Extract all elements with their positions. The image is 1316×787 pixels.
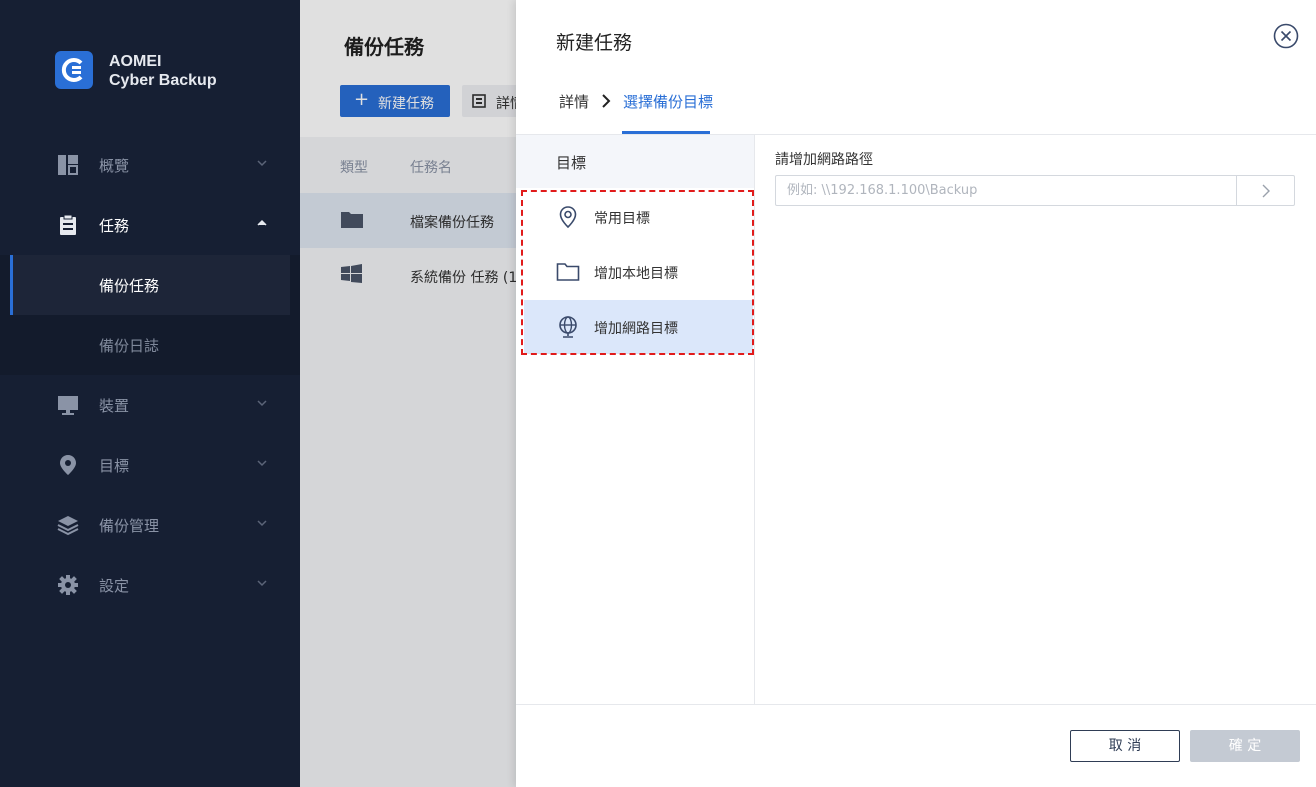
page-title: 備份任務 [344,35,424,59]
chevron-right-icon [602,94,611,108]
sidebar-item-label: 裝置 [99,397,130,415]
task-name: 系統備份 任務 (1) [410,270,523,286]
dest-item-add-network-target[interactable]: 增加網路目標 [524,300,753,354]
tasks-submenu: 備份任務 備份日誌 [0,255,300,375]
main-header: 備份任務 + 新建任務 詳情 [300,0,522,137]
ok-button[interactable]: 確 定 [1190,730,1300,762]
sidebar-item-settings[interactable]: 設定 [0,555,300,615]
network-path-input[interactable] [775,175,1237,206]
new-task-drawer: 新建任務 詳情 選擇備份目標 目標 常用目標 增加本地目標 增加網路目標 請增加… [516,0,1316,787]
sidebar-item-tasks[interactable]: 任務 [0,195,300,255]
destination-list-header: 目標 [516,135,754,188]
sidebar-item-backup-management[interactable]: 備份管理 [0,495,300,555]
clipboard-icon [60,214,76,235]
chevron-down-icon [257,400,267,407]
location-pin-icon [60,455,76,475]
breadcrumb-step-select-target[interactable]: 選擇備份目標 [623,91,713,112]
globe-icon [559,316,577,338]
breadcrumb-step-details[interactable]: 詳情 [559,91,589,112]
sidebar-item-devices[interactable]: 裝置 [0,375,300,435]
destination-list: 目標 常用目標 增加本地目標 增加網路目標 [516,135,755,705]
sidebar-item-overview[interactable]: 概覽 [0,135,300,195]
monitor-icon [58,396,78,415]
sidebar-item-label: 備份管理 [99,517,160,535]
destination-header-label: 目標 [556,154,587,172]
column-header-task-name: 任務名 [410,160,452,176]
divider [516,704,1316,705]
new-task-button-label: 新建任務 [378,96,434,112]
table-row[interactable]: 系統備份 任務 (1) [300,248,523,303]
sidebar-subitem-label: 備份日誌 [99,337,160,355]
task-name: 檔案備份任務 [410,215,494,231]
table-row[interactable]: 檔案備份任務 [300,193,516,248]
drawer-title: 新建任務 [556,32,633,54]
sidebar-subitem-backup-tasks[interactable]: 備份任務 [10,255,290,315]
brand-line-1: AOMEI [109,53,162,70]
folder-icon [341,212,363,228]
new-task-button[interactable]: + 新建任務 [340,85,450,117]
dest-item-common-target[interactable]: 常用目標 [524,190,753,244]
main-content: 備份任務 + 新建任務 詳情 類型 任務名 檔案備份任務 系統備份 任務 (1) [300,0,523,787]
sidebar-subitem-label: 備份任務 [99,277,160,295]
folder-icon [556,263,580,281]
sidebar-item-label: 設定 [99,577,130,595]
sidebar-item-label: 任務 [99,217,130,235]
sidebar-item-targets[interactable]: 目標 [0,435,300,495]
sidebar-item-label: 概覽 [99,157,130,175]
chevron-up-icon [257,219,267,226]
sidebar: AOMEI Cyber Backup 概覽 任務 備份任務 備份日誌 裝置 目標… [0,0,300,787]
column-header-type: 類型 [340,160,368,176]
layers-icon [57,516,79,536]
chevron-right-icon [1262,184,1270,198]
sidebar-item-label: 目標 [99,457,130,475]
brand-line-2: Cyber Backup [109,72,217,89]
app-logo: AOMEI Cyber Backup [55,50,295,90]
sidebar-subitem-backup-logs[interactable]: 備份日誌 [10,315,290,375]
close-icon[interactable] [1273,23,1299,49]
chevron-down-icon [257,160,267,167]
chevron-down-icon [257,520,267,527]
chevron-down-icon [257,460,267,467]
chevron-down-icon [257,580,267,587]
dashboard-icon [58,155,78,175]
network-path-label: 請增加網路路徑 [775,152,873,168]
dest-item-label: 增加本地目標 [594,266,678,282]
plus-icon: + [354,89,370,110]
aomei-logo-icon [55,51,93,89]
gear-icon [58,575,78,595]
detail-icon [472,94,486,108]
path-go-button[interactable] [1236,175,1295,206]
dest-item-label: 增加網路目標 [594,321,678,337]
cancel-button[interactable]: 取 消 [1070,730,1180,762]
location-pin-icon [559,206,577,229]
dest-item-label: 常用目標 [594,211,650,227]
dest-item-add-local-target[interactable]: 增加本地目標 [524,245,753,299]
windows-icon [341,264,362,283]
detail-button[interactable]: 詳情 [462,85,522,117]
